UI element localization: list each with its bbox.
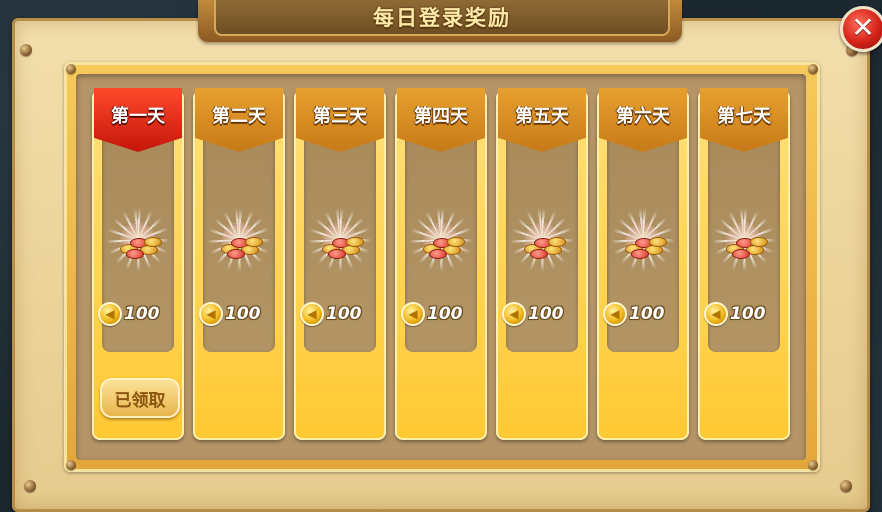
close-button[interactable]: ✕ <box>840 6 882 52</box>
coin-pile-icon <box>722 236 768 259</box>
coin-pile-icon <box>419 236 465 259</box>
reward-amount: 100 <box>730 304 766 324</box>
dialog-title: 每日登录奖励 <box>373 6 511 30</box>
coin-pile-icon <box>621 236 667 259</box>
rivet-icon <box>840 480 852 492</box>
reward-row: ◀ 100 <box>704 302 786 326</box>
gold-coin-icon: ◀ <box>300 302 324 326</box>
reward-amount: 100 <box>326 304 362 324</box>
day-label: 第六天 <box>616 106 670 127</box>
day-label: 第七天 <box>717 106 771 127</box>
rivet-icon <box>808 460 818 470</box>
day-card-6[interactable]: 第六天 ◀ 100 <box>597 88 689 440</box>
reward-amount: 100 <box>427 304 463 324</box>
gold-coin-icon: ◀ <box>603 302 627 326</box>
day-card-5[interactable]: 第五天 ◀ 100 <box>496 88 588 440</box>
reward-amount: 100 <box>528 304 564 324</box>
gold-coin-icon: ◀ <box>502 302 526 326</box>
coin-pile-icon <box>116 236 162 259</box>
gold-coin-icon: ◀ <box>401 302 425 326</box>
day-card-4[interactable]: 第四天 ◀ 100 <box>395 88 487 440</box>
day-card-3[interactable]: 第三天 ◀ 100 <box>294 88 386 440</box>
day-label: 第二天 <box>212 106 266 127</box>
coin-pile-icon <box>318 236 364 259</box>
rivet-icon <box>66 64 76 74</box>
close-x-icon: ✕ <box>851 11 875 44</box>
reward-row: ◀ 100 <box>300 302 382 326</box>
coin-pile-icon <box>520 236 566 259</box>
reward-amount: 100 <box>124 304 160 324</box>
rivet-icon <box>808 64 818 74</box>
rivet-icon <box>66 460 76 470</box>
reward-row: ◀ 100 <box>502 302 584 326</box>
reward-row: ◀ 100 <box>603 302 685 326</box>
coin-pile-icon <box>217 236 263 259</box>
day-card-2[interactable]: 第二天 ◀ 100 <box>193 88 285 440</box>
gold-coin-icon: ◀ <box>199 302 223 326</box>
gold-coin-icon: ◀ <box>704 302 728 326</box>
day-label: 第五天 <box>515 106 569 127</box>
rivet-icon <box>20 44 32 56</box>
day-label: 第一天 <box>111 106 165 127</box>
reward-row: ◀ 100 <box>401 302 483 326</box>
reward-amount: 100 <box>225 304 261 324</box>
reward-row: ◀ 100 <box>98 302 180 326</box>
day-card-7[interactable]: 第七天 ◀ 100 <box>698 88 790 440</box>
claimed-button[interactable]: 已领取 <box>100 378 180 418</box>
gold-coin-icon: ◀ <box>98 302 122 326</box>
day-card-1[interactable]: 第一天 ◀ 100 已领取 <box>92 88 184 440</box>
title-plaque: 每日登录奖励 <box>214 0 670 36</box>
reward-amount: 100 <box>629 304 665 324</box>
reward-row: ◀ 100 <box>199 302 281 326</box>
day-label: 第四天 <box>414 106 468 127</box>
rivet-icon <box>24 480 36 492</box>
day-label: 第三天 <box>313 106 367 127</box>
